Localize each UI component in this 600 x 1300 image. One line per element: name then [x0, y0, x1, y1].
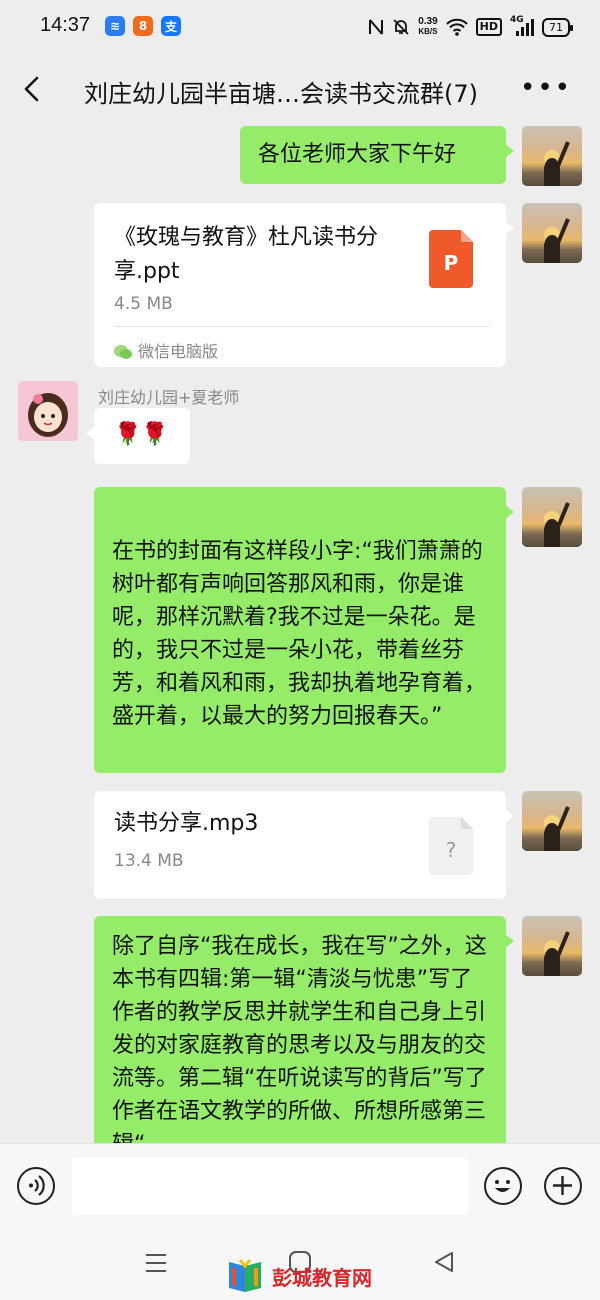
file-name: 读书分享.mp3 — [114, 811, 259, 836]
alipay-icon: 支 — [161, 16, 181, 36]
more-functions-button[interactable] — [544, 1167, 582, 1205]
chat-title: 刘庄幼儿园半亩塘…会读书交流群(7) — [84, 80, 478, 108]
my-avatar[interactable] — [522, 487, 582, 547]
message-bubble[interactable]: 各位老师大家下午好 — [240, 126, 514, 184]
message-text: 除了自序“我在成长，我在写”之外，这本书有四辑:第一辑“清淡与忧患”写了作者的教… — [112, 934, 487, 1143]
chat-header: 刘庄幼儿园半亩塘…会读书交流群(7) ••• — [0, 56, 600, 126]
nfc-icon — [369, 19, 384, 35]
message-text: 🌹🌹 — [114, 422, 169, 447]
back-triangle-icon[interactable] — [432, 1250, 456, 1274]
system-navigation-bar: 彭城教育网 — [0, 1228, 600, 1300]
app-notification-icon: 8 — [133, 16, 153, 36]
mute-bell-icon — [393, 19, 409, 35]
hd-badge: HD — [475, 18, 502, 36]
my-avatar[interactable] — [522, 203, 582, 263]
message-bubble[interactable]: 🌹🌹 — [86, 408, 190, 464]
unknown-file-icon: ? — [429, 817, 473, 875]
recent-apps-icon[interactable] — [144, 1252, 168, 1274]
more-options-icon[interactable]: ••• — [520, 75, 572, 101]
file-size: 4.5 MB — [114, 294, 173, 314]
message-bubble[interactable]: 在书的封面有这样段小字:“我们萧萧的树叶都有声响回答那风和雨，你是谁呢，那样沉默… — [94, 487, 514, 773]
network-speed: 0.39 KB/S — [418, 16, 438, 37]
my-avatar[interactable] — [522, 126, 582, 186]
file-size: 13.4 MB — [114, 851, 184, 871]
message-text: 在书的封面有这样段小字:“我们萧萧的树叶都有声响回答那风和雨，你是谁呢，那样沉默… — [112, 539, 487, 729]
watermark: 彭城教育网 — [226, 1258, 372, 1294]
wechat-icon — [114, 344, 132, 359]
my-avatar[interactable] — [522, 916, 582, 976]
input-bar — [0, 1143, 600, 1229]
file-name: 《玫瑰与教育》杜凡读书分享.ppt — [114, 225, 379, 284]
battery-indicator: 71 — [542, 17, 573, 37]
sender-avatar[interactable] — [18, 381, 78, 441]
wifi-icon — [445, 18, 468, 36]
message-bubble[interactable]: 除了自序“我在成长，我在写”之外，这本书有四辑:第一辑“清淡与忧患”写了作者的教… — [94, 916, 514, 1143]
emoji-button[interactable] — [484, 1167, 522, 1205]
voice-icon — [29, 1175, 45, 1196]
cell-signal-icon: 4G — [510, 15, 534, 37]
back-arrow-icon[interactable] — [18, 74, 48, 104]
smiley-icon — [495, 1180, 510, 1192]
message-input[interactable] — [72, 1157, 468, 1215]
ppt-file-icon: P — [429, 230, 473, 288]
app-notification-icon: ≋ — [105, 16, 125, 36]
file-source: 微信电脑版 — [114, 336, 218, 367]
plus-icon — [553, 1176, 572, 1195]
file-message-card[interactable]: 《玫瑰与教育》杜凡读书分享.ppt 4.5 MB P 微信电脑版 — [94, 203, 514, 367]
status-bar: 14:37 ≋ 8 支 0.39 KB/S HD 4G 71 — [0, 0, 600, 56]
card-divider — [114, 326, 490, 327]
file-message-card[interactable]: 读书分享.mp3 13.4 MB ? — [94, 791, 514, 899]
message-text: 各位老师大家下午好 — [258, 142, 457, 167]
message-list[interactable]: 各位老师大家下午好 《玫瑰与教育》杜凡读书分享.ppt 4.5 MB P 微信电… — [0, 126, 600, 1143]
book-logo-icon — [229, 1259, 261, 1292]
my-avatar[interactable] — [522, 791, 582, 851]
sender-name: 刘庄幼儿园+夏老师 — [98, 388, 240, 407]
voice-input-button[interactable] — [17, 1167, 55, 1205]
status-time: 14:37 — [40, 14, 91, 36]
